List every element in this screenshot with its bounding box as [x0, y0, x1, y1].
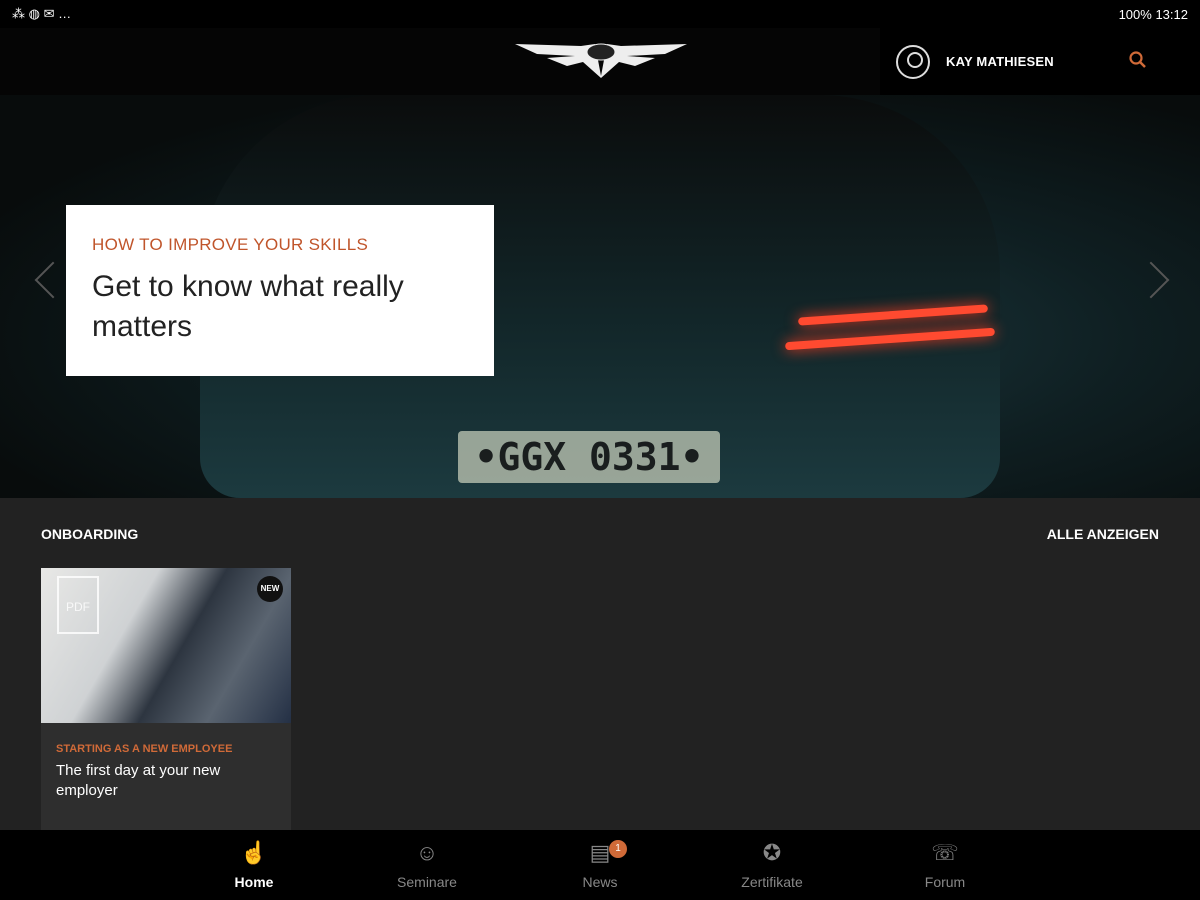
- user-profile[interactable]: KAY MATHIESEN: [880, 28, 1200, 95]
- hero-card[interactable]: HOW TO IMPROVE YOUR SKILLS Get to know w…: [66, 205, 494, 376]
- hero-title: Get to know what really matters: [92, 270, 404, 343]
- clock: 13:12: [1155, 6, 1188, 22]
- nav-seminare[interactable]: ☺ Seminare: [367, 830, 487, 890]
- search-icon[interactable]: [1128, 50, 1148, 70]
- hero-carousel[interactable]: •GGX 0331• HOW TO IMPROVE YOUR SKILLS Ge…: [0, 95, 1200, 498]
- seminar-icon: ☺: [415, 840, 439, 865]
- status-bar: ⁂ ◍ ✉ … 100% 13:12: [0, 0, 1200, 28]
- nav-label: Forum: [924, 874, 966, 890]
- new-badge: NEW: [257, 576, 283, 602]
- section-title: ONBOARDING: [41, 526, 139, 542]
- bottom-navigation: ☝ Home ☺ Seminare ▤ 1 News ✪ Zertifikate…: [0, 830, 1200, 900]
- tile-kicker: STARTING AS A NEW EMPLOYEE: [56, 743, 233, 755]
- notification-icons: ⁂ ◍ ✉ …: [12, 6, 72, 21]
- hero-kicker: HOW TO IMPROVE YOUR SKILLS: [92, 235, 369, 254]
- app-header: KAY MATHIESEN: [0, 28, 1200, 95]
- tile-image: PDF NEW: [41, 568, 291, 723]
- certificate-icon: ✪: [762, 840, 782, 865]
- nav-label: Zertifikate: [741, 874, 803, 890]
- nav-news[interactable]: ▤ 1 News: [540, 830, 660, 890]
- nav-label: News: [582, 874, 618, 890]
- nav-home[interactable]: ☝ Home: [194, 830, 314, 890]
- tile-title: The first day at your new employer: [56, 762, 221, 799]
- user-avatar-icon: [896, 44, 930, 79]
- content-tile[interactable]: PDF NEW STARTING AS A NEW EMPLOYEE The f…: [41, 568, 291, 830]
- nav-label: Seminare: [397, 874, 457, 890]
- nav-forum[interactable]: ☏ Forum: [885, 830, 1005, 890]
- nav-label: Home: [234, 874, 274, 890]
- nav-zertifikate[interactable]: ✪ Zertifikate: [712, 830, 832, 890]
- user-name: KAY MATHIESEN: [946, 54, 1054, 69]
- carousel-next-icon[interactable]: [1132, 261, 1170, 299]
- battery-level: 100%: [1118, 6, 1152, 22]
- genesis-logo[interactable]: [515, 40, 687, 80]
- show-all-link[interactable]: ALLE ANZEIGEN: [1047, 526, 1159, 542]
- home-icon: ☝: [240, 840, 268, 865]
- section-header: ONBOARDING ALLE ANZEIGEN: [41, 526, 1159, 542]
- pdf-icon: PDF: [57, 576, 99, 634]
- news-badge: 1: [609, 840, 627, 858]
- forum-icon: ☏: [931, 840, 959, 865]
- license-plate: •GGX 0331•: [458, 431, 720, 483]
